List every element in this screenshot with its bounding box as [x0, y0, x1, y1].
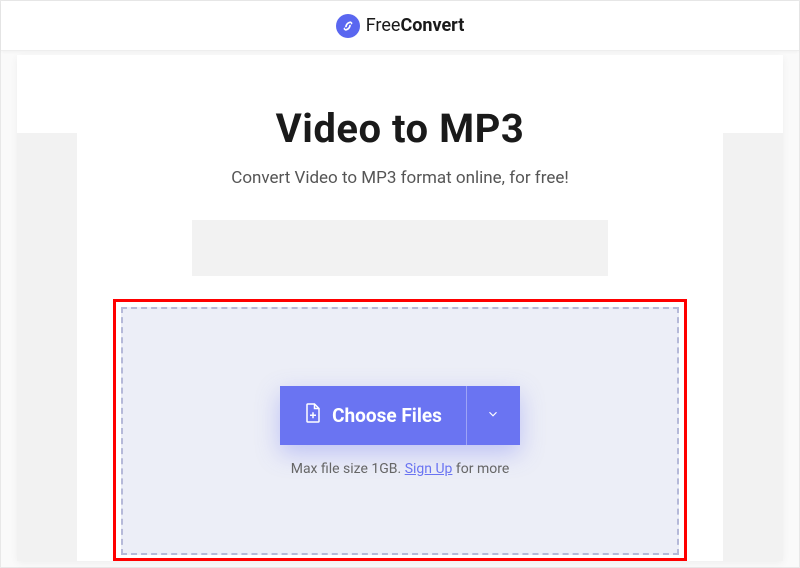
- choose-files-button[interactable]: Choose Files: [280, 386, 466, 445]
- page-title: Video to MP3: [17, 105, 783, 152]
- choose-files-dropdown-toggle[interactable]: [466, 386, 520, 445]
- page-subtitle: Convert Video to MP3 format online, for …: [17, 168, 783, 188]
- file-add-icon: [304, 402, 322, 429]
- choose-files-label: Choose Files: [332, 404, 442, 427]
- file-size-hint: Max file size 1GB. Sign Up for more: [291, 461, 510, 477]
- hint-suffix: for more: [452, 461, 509, 477]
- file-drop-zone[interactable]: Choose Files Max file size 1GB. Sign Up …: [121, 307, 679, 555]
- page-wrapper: FreeConvert Video to MP3 Convert Video t…: [0, 0, 800, 568]
- chevron-down-icon: [486, 406, 500, 425]
- hint-prefix: Max file size 1GB.: [291, 461, 405, 477]
- convert-circle-icon: [336, 14, 360, 38]
- ad-placeholder: [192, 220, 608, 276]
- logo-text: FreeConvert: [366, 15, 465, 36]
- logo-text-light: Free: [366, 15, 401, 36]
- content-card: Video to MP3 Convert Video to MP3 format…: [17, 55, 783, 561]
- site-header: FreeConvert: [1, 1, 799, 51]
- site-logo[interactable]: FreeConvert: [336, 14, 465, 38]
- choose-files-button-group: Choose Files: [280, 386, 520, 445]
- sign-up-link[interactable]: Sign Up: [405, 461, 453, 477]
- logo-text-bold: Convert: [400, 15, 464, 36]
- main-content: Video to MP3 Convert Video to MP3 format…: [17, 55, 783, 561]
